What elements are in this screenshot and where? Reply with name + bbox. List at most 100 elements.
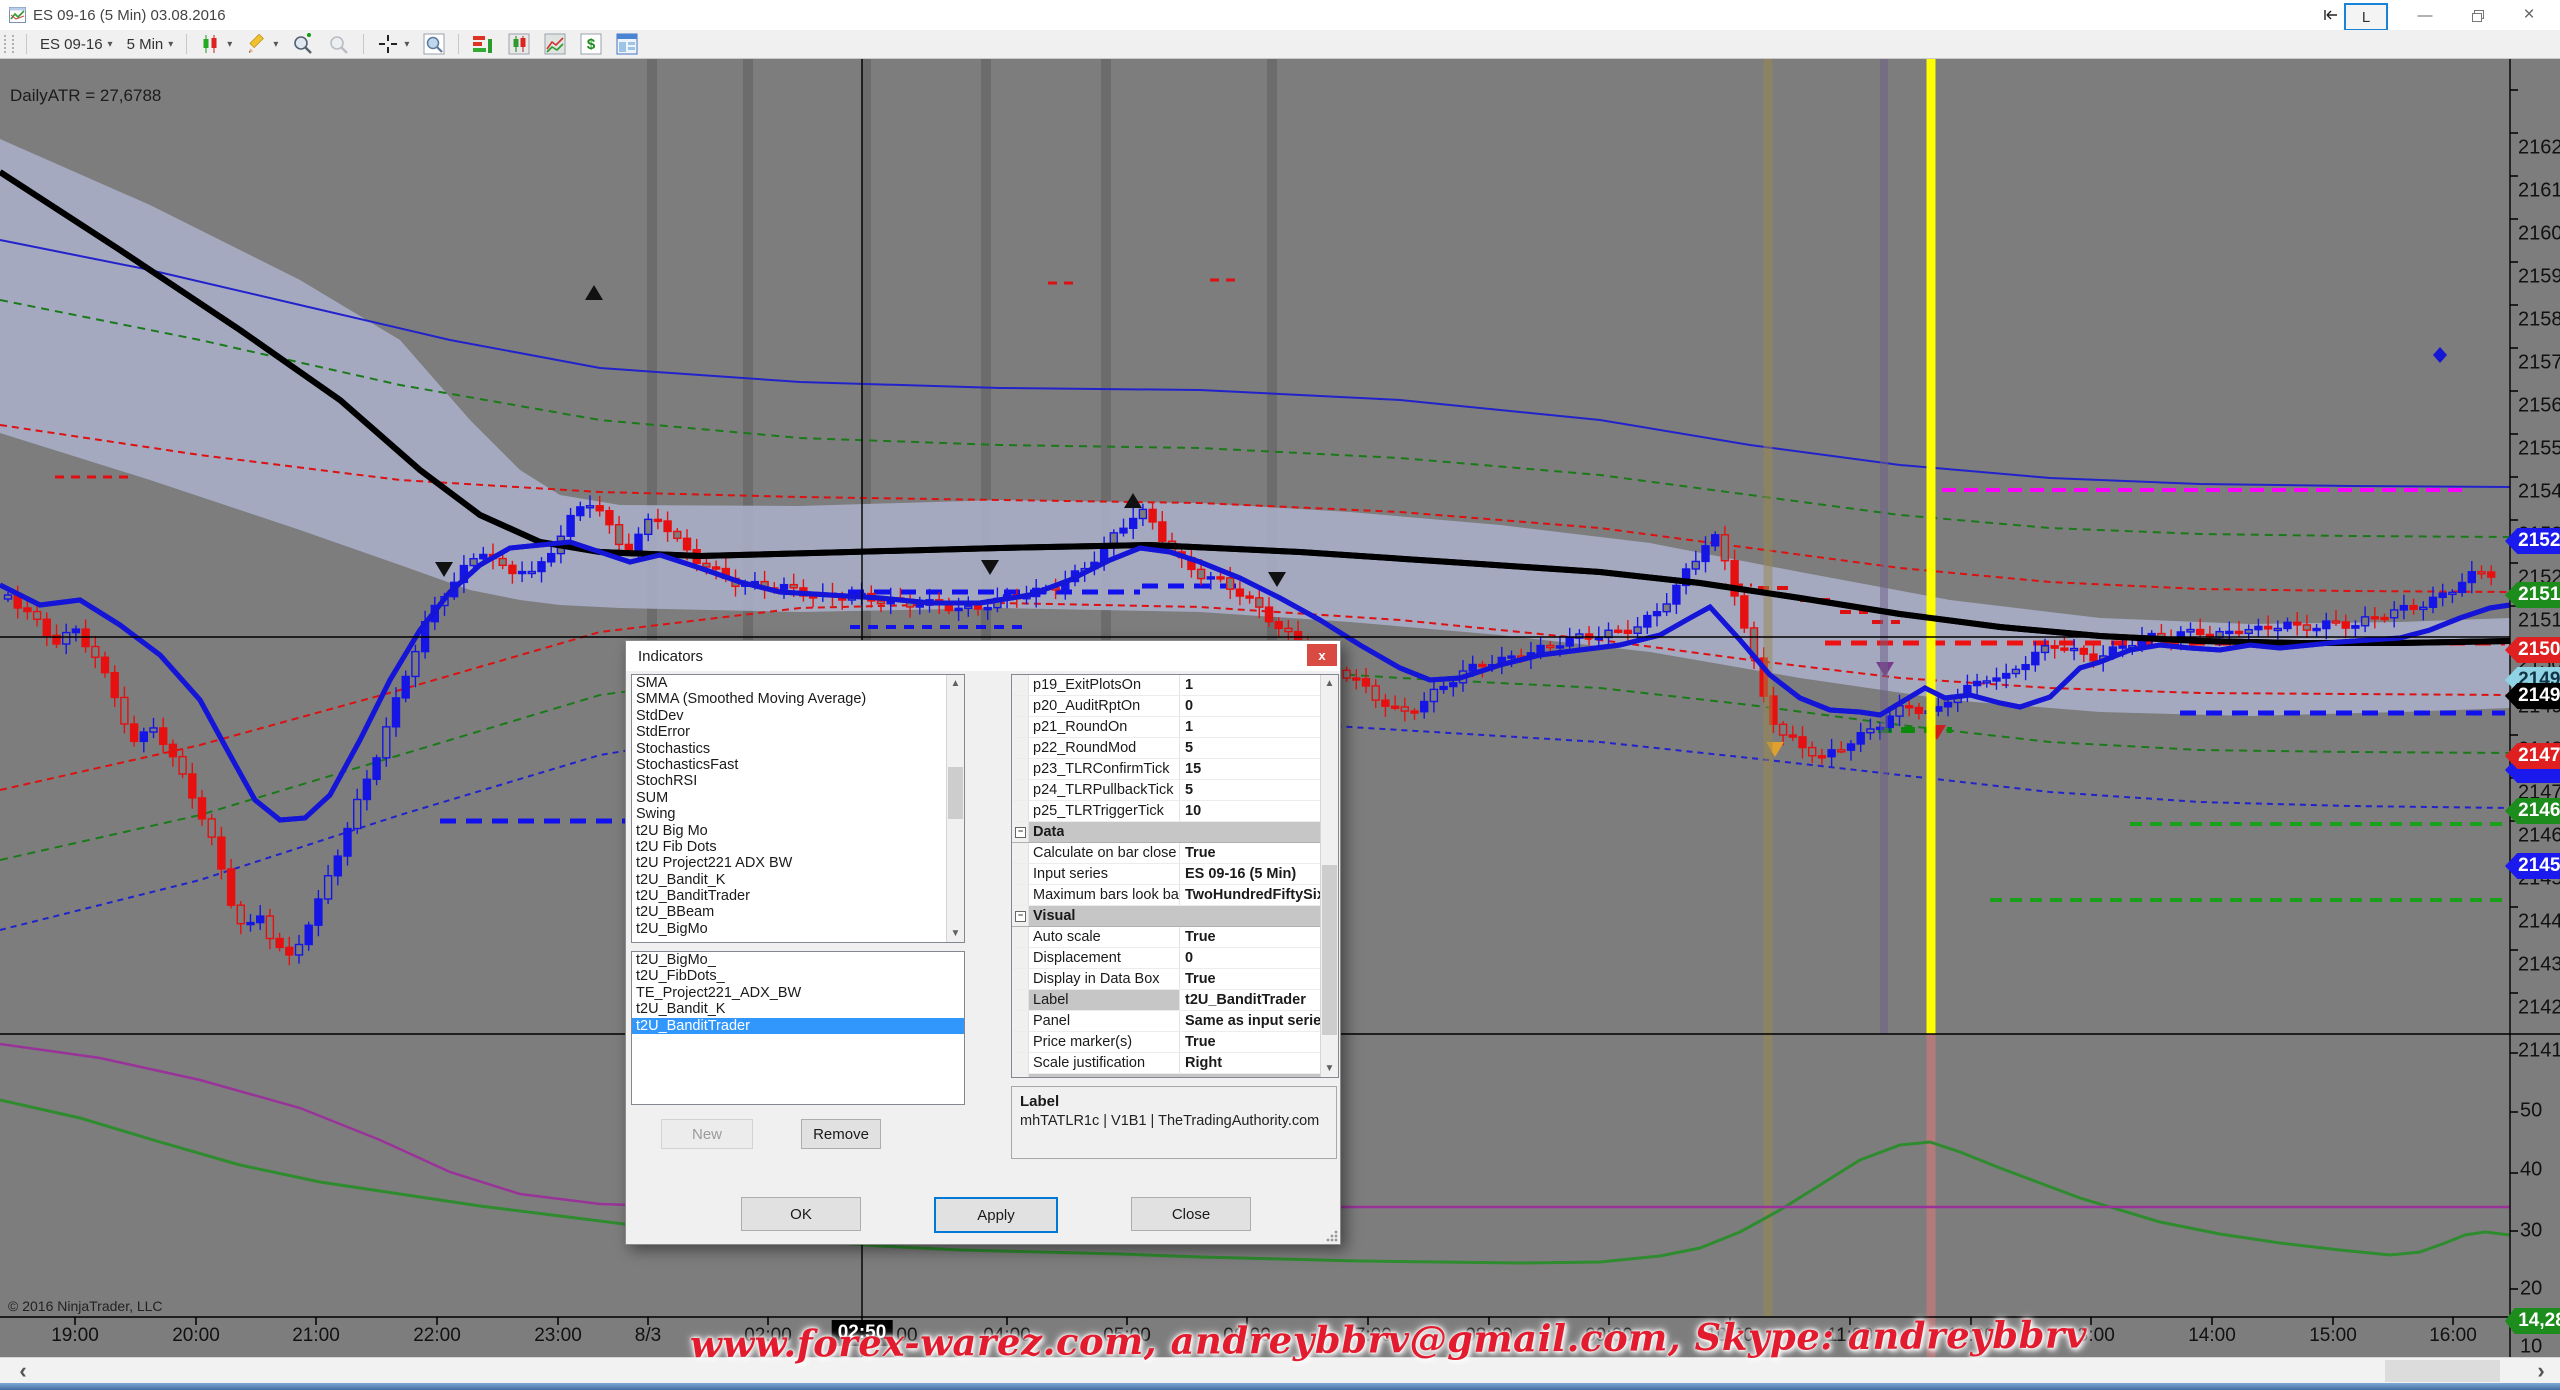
apply-button[interactable]: Apply <box>934 1197 1058 1233</box>
pin-icon[interactable] <box>2320 0 2342 30</box>
indicator-list-item[interactable]: t2U Project221 ADX BW <box>632 855 964 871</box>
cursor-mode-button[interactable]: ▾ <box>370 31 416 57</box>
property-row[interactable]: p23_TLRConfirmTick15 <box>1012 759 1338 780</box>
property-row[interactable]: p25_TLRTriggerTick10 <box>1012 801 1338 822</box>
indicator-list-item[interactable]: Swing <box>632 806 964 822</box>
indicator-list-item[interactable]: t2U_BanditTrader <box>632 888 964 904</box>
link-button[interactable]: L <box>2344 3 2388 31</box>
ok-button[interactable]: OK <box>741 1197 861 1231</box>
indicator-list-item[interactable]: StochasticsFast <box>632 757 964 773</box>
report-button[interactable] <box>609 31 645 57</box>
scrollbar-thumb[interactable] <box>1322 865 1337 1035</box>
property-row[interactable]: p21_RoundOn1 <box>1012 717 1338 738</box>
indicator-list-item[interactable]: StdError <box>632 724 964 740</box>
property-row[interactable]: p24_TLRPullbackTick5 <box>1012 780 1338 801</box>
property-group-row[interactable]: −Plots <box>1012 1074 1338 1078</box>
indicator-property-grid[interactable]: p19_ExitPlotsOn1p20_AuditRptOn0p21_Round… <box>1011 674 1339 1078</box>
property-value[interactable]: Same as input series <box>1180 1011 1338 1031</box>
indicator-list-item[interactable]: SUM <box>632 790 964 806</box>
scroll-left-icon[interactable]: ‹ <box>8 1358 38 1384</box>
config-list-item[interactable]: t2U_BigMo_ <box>632 952 964 968</box>
scroll-right-icon[interactable]: › <box>2526 1358 2556 1384</box>
mini-chart-button[interactable] <box>537 31 573 57</box>
indicator-list-item[interactable]: SMA <box>632 675 964 691</box>
toolbar-grip[interactable] <box>4 35 14 53</box>
property-value[interactable]: ES 09-16 (5 Min) <box>1180 864 1338 884</box>
collapse-icon[interactable]: − <box>1015 911 1026 922</box>
property-row[interactable]: Calculate on bar closeTrue <box>1012 843 1338 864</box>
scroll-up-icon[interactable]: ▲ <box>947 675 964 692</box>
property-row[interactable]: Maximum bars look backTwoHundredFiftySix <box>1012 885 1338 906</box>
interval-dropdown[interactable]: 5 Min ▾ <box>120 34 181 55</box>
indicator-list-item[interactable]: t2U_BigMo <box>632 921 964 937</box>
property-value[interactable]: 1 <box>1180 717 1338 737</box>
drawing-tools-button[interactable]: ▾ <box>239 31 285 57</box>
dialog-title-bar[interactable]: Indicators <box>626 641 1340 671</box>
property-value[interactable]: Right <box>1180 1053 1338 1073</box>
indicator-list-item[interactable]: SMMA (Smoothed Moving Average) <box>632 691 964 707</box>
config-list-item[interactable]: t2U_BanditTrader <box>632 1018 964 1034</box>
configured-indicators-list[interactable]: t2U_BigMo_t2U_FibDots_TE_Project221_ADX_… <box>631 951 965 1105</box>
property-value[interactable]: TwoHundredFiftySix <box>1180 885 1338 905</box>
grid-scrollbar[interactable]: ▲▼ <box>1320 675 1338 1077</box>
indicator-list-item[interactable]: StdDev <box>632 708 964 724</box>
property-value[interactable]: 0 <box>1180 948 1338 968</box>
property-value[interactable]: 0 <box>1180 696 1338 716</box>
zoom-out-button[interactable] <box>321 31 357 57</box>
config-list-item[interactable]: t2U_Bandit_K <box>632 1001 964 1017</box>
minimize-button[interactable]: — <box>2402 0 2448 30</box>
indicator-list-item[interactable]: t2U Fib Dots <box>632 839 964 855</box>
chart-style-button[interactable]: ▾ <box>193 31 239 57</box>
list-scrollbar[interactable]: ▲▼ <box>946 675 964 942</box>
remove-button[interactable]: Remove <box>801 1119 881 1149</box>
property-value[interactable]: t2U_BanditTrader <box>1180 990 1338 1010</box>
chart-trader-button[interactable] <box>501 31 537 57</box>
indicator-list-item[interactable]: Stochastics <box>632 741 964 757</box>
property-row[interactable]: Labelt2U_BanditTrader <box>1012 990 1338 1011</box>
indicator-list-item[interactable]: t2U_Bandit_K <box>632 872 964 888</box>
property-value[interactable]: 15 <box>1180 759 1338 779</box>
scrollbar-thumb[interactable] <box>2385 1360 2500 1382</box>
indicator-list-item[interactable]: t2U Big Mo <box>632 823 964 839</box>
dialog-resize-grip[interactable] <box>1326 1230 1338 1242</box>
collapse-icon[interactable]: − <box>1015 827 1026 838</box>
property-value[interactable]: True <box>1180 843 1338 863</box>
property-value[interactable]: 5 <box>1180 780 1338 800</box>
close-button[interactable]: × <box>2506 0 2552 30</box>
scroll-down-icon[interactable]: ▼ <box>947 925 964 942</box>
config-list-item[interactable]: TE_Project221_ADX_BW <box>632 985 964 1001</box>
property-value[interactable]: True <box>1180 927 1338 947</box>
scroll-down-icon[interactable]: ▼ <box>1321 1060 1338 1077</box>
property-group-row[interactable]: −Data <box>1012 822 1338 843</box>
dialog-close-button[interactable]: x <box>1307 644 1337 666</box>
property-row[interactable]: p19_ExitPlotsOn1 <box>1012 675 1338 696</box>
property-row[interactable]: Input seriesES 09-16 (5 Min) <box>1012 864 1338 885</box>
zoom-in-button[interactable] <box>285 31 321 57</box>
scrollbar-thumb[interactable] <box>948 767 963 819</box>
account-performance-button[interactable]: $ <box>573 31 609 57</box>
property-value[interactable]: True <box>1180 1032 1338 1052</box>
config-list-item[interactable]: t2U_FibDots_ <box>632 968 964 984</box>
data-box-button[interactable] <box>416 31 452 57</box>
property-row[interactable]: p22_RoundMod5 <box>1012 738 1338 759</box>
property-row[interactable]: Scale justificationRight <box>1012 1053 1338 1074</box>
property-row[interactable]: Displacement0 <box>1012 948 1338 969</box>
property-value[interactable]: True <box>1180 969 1338 989</box>
close-button-dialog[interactable]: Close <box>1131 1197 1251 1231</box>
restore-button[interactable] <box>2454 0 2500 30</box>
property-row[interactable]: Display in Data BoxTrue <box>1012 969 1338 990</box>
indicator-list-item[interactable]: t2U_BBeam <box>632 904 964 920</box>
property-row[interactable]: p20_AuditRptOn0 <box>1012 696 1338 717</box>
property-value[interactable]: 5 <box>1180 738 1338 758</box>
property-row[interactable]: PanelSame as input series <box>1012 1011 1338 1032</box>
instrument-dropdown[interactable]: ES 09-16 ▾ <box>33 34 120 55</box>
property-value[interactable]: 10 <box>1180 801 1338 821</box>
property-row[interactable]: Auto scaleTrue <box>1012 927 1338 948</box>
market-depth-button[interactable] <box>465 31 501 57</box>
new-button[interactable]: New <box>661 1119 753 1149</box>
available-indicators-list[interactable]: SMASMMA (Smoothed Moving Average)StdDevS… <box>631 674 965 943</box>
property-group-row[interactable]: −Visual <box>1012 906 1338 927</box>
property-value[interactable]: 1 <box>1180 675 1338 695</box>
property-row[interactable]: Price marker(s)True <box>1012 1032 1338 1053</box>
scroll-up-icon[interactable]: ▲ <box>1321 675 1338 692</box>
